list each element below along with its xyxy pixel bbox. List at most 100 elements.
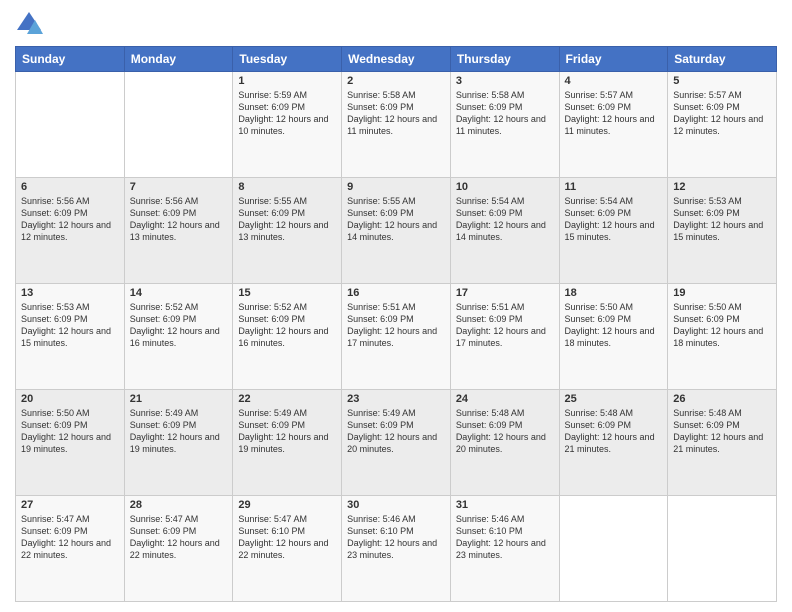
day-info: Sunrise: 5:55 AM Sunset: 6:09 PM Dayligh…: [347, 195, 445, 244]
day-info: Sunrise: 5:53 AM Sunset: 6:09 PM Dayligh…: [21, 301, 119, 350]
day-number: 26: [673, 393, 771, 405]
day-number: 28: [130, 499, 228, 511]
day-info: Sunrise: 5:47 AM Sunset: 6:10 PM Dayligh…: [238, 513, 336, 562]
weekday-header-thursday: Thursday: [450, 47, 559, 72]
day-number: 9: [347, 181, 445, 193]
day-number: 12: [673, 181, 771, 193]
day-number: 16: [347, 287, 445, 299]
day-info: Sunrise: 5:48 AM Sunset: 6:09 PM Dayligh…: [456, 407, 554, 456]
calendar-cell: 26 Sunrise: 5:48 AM Sunset: 6:09 PM Dayli…: [668, 390, 777, 496]
calendar-cell: 17Sunrise: 5:51 AM Sunset: 6:09 PM Dayli…: [450, 284, 559, 390]
weekday-header-sunday: Sunday: [16, 47, 125, 72]
day-info: Sunrise: 5:59 AM Sunset: 6:09 PM Dayligh…: [238, 89, 336, 138]
calendar-cell: [668, 496, 777, 602]
day-number: 29: [238, 499, 336, 511]
day-info: Sunrise: 5:47 AM Sunset: 6:09 PM Dayligh…: [130, 513, 228, 562]
calendar-cell: 4Sunrise: 5:57 AM Sunset: 6:09 PM Daylig…: [559, 72, 668, 178]
day-info: Sunrise: 5:53 AM Sunset: 6:09 PM Dayligh…: [673, 195, 771, 244]
day-info: Sunrise: 5:48 AM Sunset: 6:09 PM Dayligh…: [673, 407, 771, 456]
calendar-cell: 13 Sunrise: 5:53 AM Sunset: 6:09 PM Dayli…: [16, 284, 125, 390]
day-number: 24: [456, 393, 554, 405]
calendar-cell: 19 Sunrise: 5:50 AM Sunset: 6:09 PM Dayli…: [668, 284, 777, 390]
day-number: 13: [21, 287, 119, 299]
calendar-cell: 27 Sunrise: 5:47 AM Sunset: 6:09 PM Dayli…: [16, 496, 125, 602]
day-info: Sunrise: 5:47 AM Sunset: 6:09 PM Dayligh…: [21, 513, 119, 562]
weekday-header-tuesday: Tuesday: [233, 47, 342, 72]
weekday-header-friday: Friday: [559, 47, 668, 72]
day-info: Sunrise: 5:49 AM Sunset: 6:09 PM Dayligh…: [130, 407, 228, 456]
day-info: Sunrise: 5:52 AM Sunset: 6:09 PM Dayligh…: [238, 301, 336, 350]
day-info: Sunrise: 5:48 AM Sunset: 6:09 PM Dayligh…: [565, 407, 663, 456]
calendar-cell: 21 Sunrise: 5:49 AM Sunset: 6:09 PM Dayli…: [124, 390, 233, 496]
day-number: 4: [565, 75, 663, 87]
day-number: 21: [130, 393, 228, 405]
calendar-cell: 28 Sunrise: 5:47 AM Sunset: 6:09 PM Dayli…: [124, 496, 233, 602]
day-info: Sunrise: 5:55 AM Sunset: 6:09 PM Dayligh…: [238, 195, 336, 244]
calendar-cell: [124, 72, 233, 178]
calendar-cell: 5Sunrise: 5:57 AM Sunset: 6:09 PM Daylig…: [668, 72, 777, 178]
logo: [15, 10, 47, 38]
day-number: 3: [456, 75, 554, 87]
logo-icon: [15, 10, 43, 38]
calendar-cell: 25Sunrise: 5:48 AM Sunset: 6:09 PM Dayli…: [559, 390, 668, 496]
calendar-week-5: 27 Sunrise: 5:47 AM Sunset: 6:09 PM Dayli…: [16, 496, 777, 602]
calendar-week-2: 6 Sunrise: 5:56 AM Sunset: 6:09 PM Daylig…: [16, 178, 777, 284]
day-info: Sunrise: 5:57 AM Sunset: 6:09 PM Dayligh…: [673, 89, 771, 138]
calendar-cell: 12 Sunrise: 5:53 AM Sunset: 6:09 PM Dayli…: [668, 178, 777, 284]
day-number: 6: [21, 181, 119, 193]
day-info: Sunrise: 5:56 AM Sunset: 6:09 PM Dayligh…: [130, 195, 228, 244]
calendar-week-4: 20 Sunrise: 5:50 AM Sunset: 6:09 PM Dayli…: [16, 390, 777, 496]
calendar-cell: [16, 72, 125, 178]
day-info: Sunrise: 5:46 AM Sunset: 6:10 PM Dayligh…: [347, 513, 445, 562]
calendar-cell: 9 Sunrise: 5:55 AM Sunset: 6:09 PM Daylig…: [342, 178, 451, 284]
calendar-cell: 24 Sunrise: 5:48 AM Sunset: 6:09 PM Dayli…: [450, 390, 559, 496]
day-number: 14: [130, 287, 228, 299]
day-number: 30: [347, 499, 445, 511]
calendar-cell: 10 Sunrise: 5:54 AM Sunset: 6:09 PM Dayli…: [450, 178, 559, 284]
day-info: Sunrise: 5:54 AM Sunset: 6:09 PM Dayligh…: [456, 195, 554, 244]
day-number: 7: [130, 181, 228, 193]
day-info: Sunrise: 5:58 AM Sunset: 6:09 PM Dayligh…: [347, 89, 445, 138]
day-info: Sunrise: 5:50 AM Sunset: 6:09 PM Dayligh…: [21, 407, 119, 456]
day-number: 15: [238, 287, 336, 299]
day-info: Sunrise: 5:51 AM Sunset: 6:09 PM Dayligh…: [456, 301, 554, 350]
day-info: Sunrise: 5:58 AM Sunset: 6:09 PM Dayligh…: [456, 89, 554, 138]
calendar-cell: 22 Sunrise: 5:49 AM Sunset: 6:09 PM Dayli…: [233, 390, 342, 496]
calendar-cell: 1Sunrise: 5:59 AM Sunset: 6:09 PM Daylig…: [233, 72, 342, 178]
calendar-cell: 3 Sunrise: 5:58 AM Sunset: 6:09 PM Daylig…: [450, 72, 559, 178]
day-info: Sunrise: 5:51 AM Sunset: 6:09 PM Dayligh…: [347, 301, 445, 350]
weekday-header-wednesday: Wednesday: [342, 47, 451, 72]
day-number: 22: [238, 393, 336, 405]
day-number: 23: [347, 393, 445, 405]
calendar-cell: 6 Sunrise: 5:56 AM Sunset: 6:09 PM Daylig…: [16, 178, 125, 284]
calendar-cell: 30 Sunrise: 5:46 AM Sunset: 6:10 PM Dayli…: [342, 496, 451, 602]
calendar-cell: 16 Sunrise: 5:51 AM Sunset: 6:09 PM Dayli…: [342, 284, 451, 390]
weekday-header-monday: Monday: [124, 47, 233, 72]
day-info: Sunrise: 5:46 AM Sunset: 6:10 PM Dayligh…: [456, 513, 554, 562]
day-number: 10: [456, 181, 554, 193]
day-info: Sunrise: 5:56 AM Sunset: 6:09 PM Dayligh…: [21, 195, 119, 244]
weekday-header-row: SundayMondayTuesdayWednesdayThursdayFrid…: [16, 47, 777, 72]
calendar-cell: 14 Sunrise: 5:52 AM Sunset: 6:09 PM Dayli…: [124, 284, 233, 390]
day-info: Sunrise: 5:49 AM Sunset: 6:09 PM Dayligh…: [347, 407, 445, 456]
calendar-cell: 29 Sunrise: 5:47 AM Sunset: 6:10 PM Dayli…: [233, 496, 342, 602]
day-info: Sunrise: 5:50 AM Sunset: 6:09 PM Dayligh…: [673, 301, 771, 350]
day-info: Sunrise: 5:52 AM Sunset: 6:09 PM Dayligh…: [130, 301, 228, 350]
weekday-header-saturday: Saturday: [668, 47, 777, 72]
day-info: Sunrise: 5:50 AM Sunset: 6:09 PM Dayligh…: [565, 301, 663, 350]
calendar-cell: [559, 496, 668, 602]
calendar-cell: 7 Sunrise: 5:56 AM Sunset: 6:09 PM Daylig…: [124, 178, 233, 284]
calendar-cell: 31Sunrise: 5:46 AM Sunset: 6:10 PM Dayli…: [450, 496, 559, 602]
day-number: 2: [347, 75, 445, 87]
calendar-cell: 23 Sunrise: 5:49 AM Sunset: 6:09 PM Dayli…: [342, 390, 451, 496]
day-number: 19: [673, 287, 771, 299]
calendar-cell: 11 Sunrise: 5:54 AM Sunset: 6:09 PM Dayli…: [559, 178, 668, 284]
calendar-cell: 18Sunrise: 5:50 AM Sunset: 6:09 PM Dayli…: [559, 284, 668, 390]
calendar-cell: 8Sunrise: 5:55 AM Sunset: 6:09 PM Daylig…: [233, 178, 342, 284]
day-number: 11: [565, 181, 663, 193]
calendar-cell: 2 Sunrise: 5:58 AM Sunset: 6:09 PM Daylig…: [342, 72, 451, 178]
day-info: Sunrise: 5:49 AM Sunset: 6:09 PM Dayligh…: [238, 407, 336, 456]
day-number: 20: [21, 393, 119, 405]
day-number: 27: [21, 499, 119, 511]
day-info: Sunrise: 5:54 AM Sunset: 6:09 PM Dayligh…: [565, 195, 663, 244]
